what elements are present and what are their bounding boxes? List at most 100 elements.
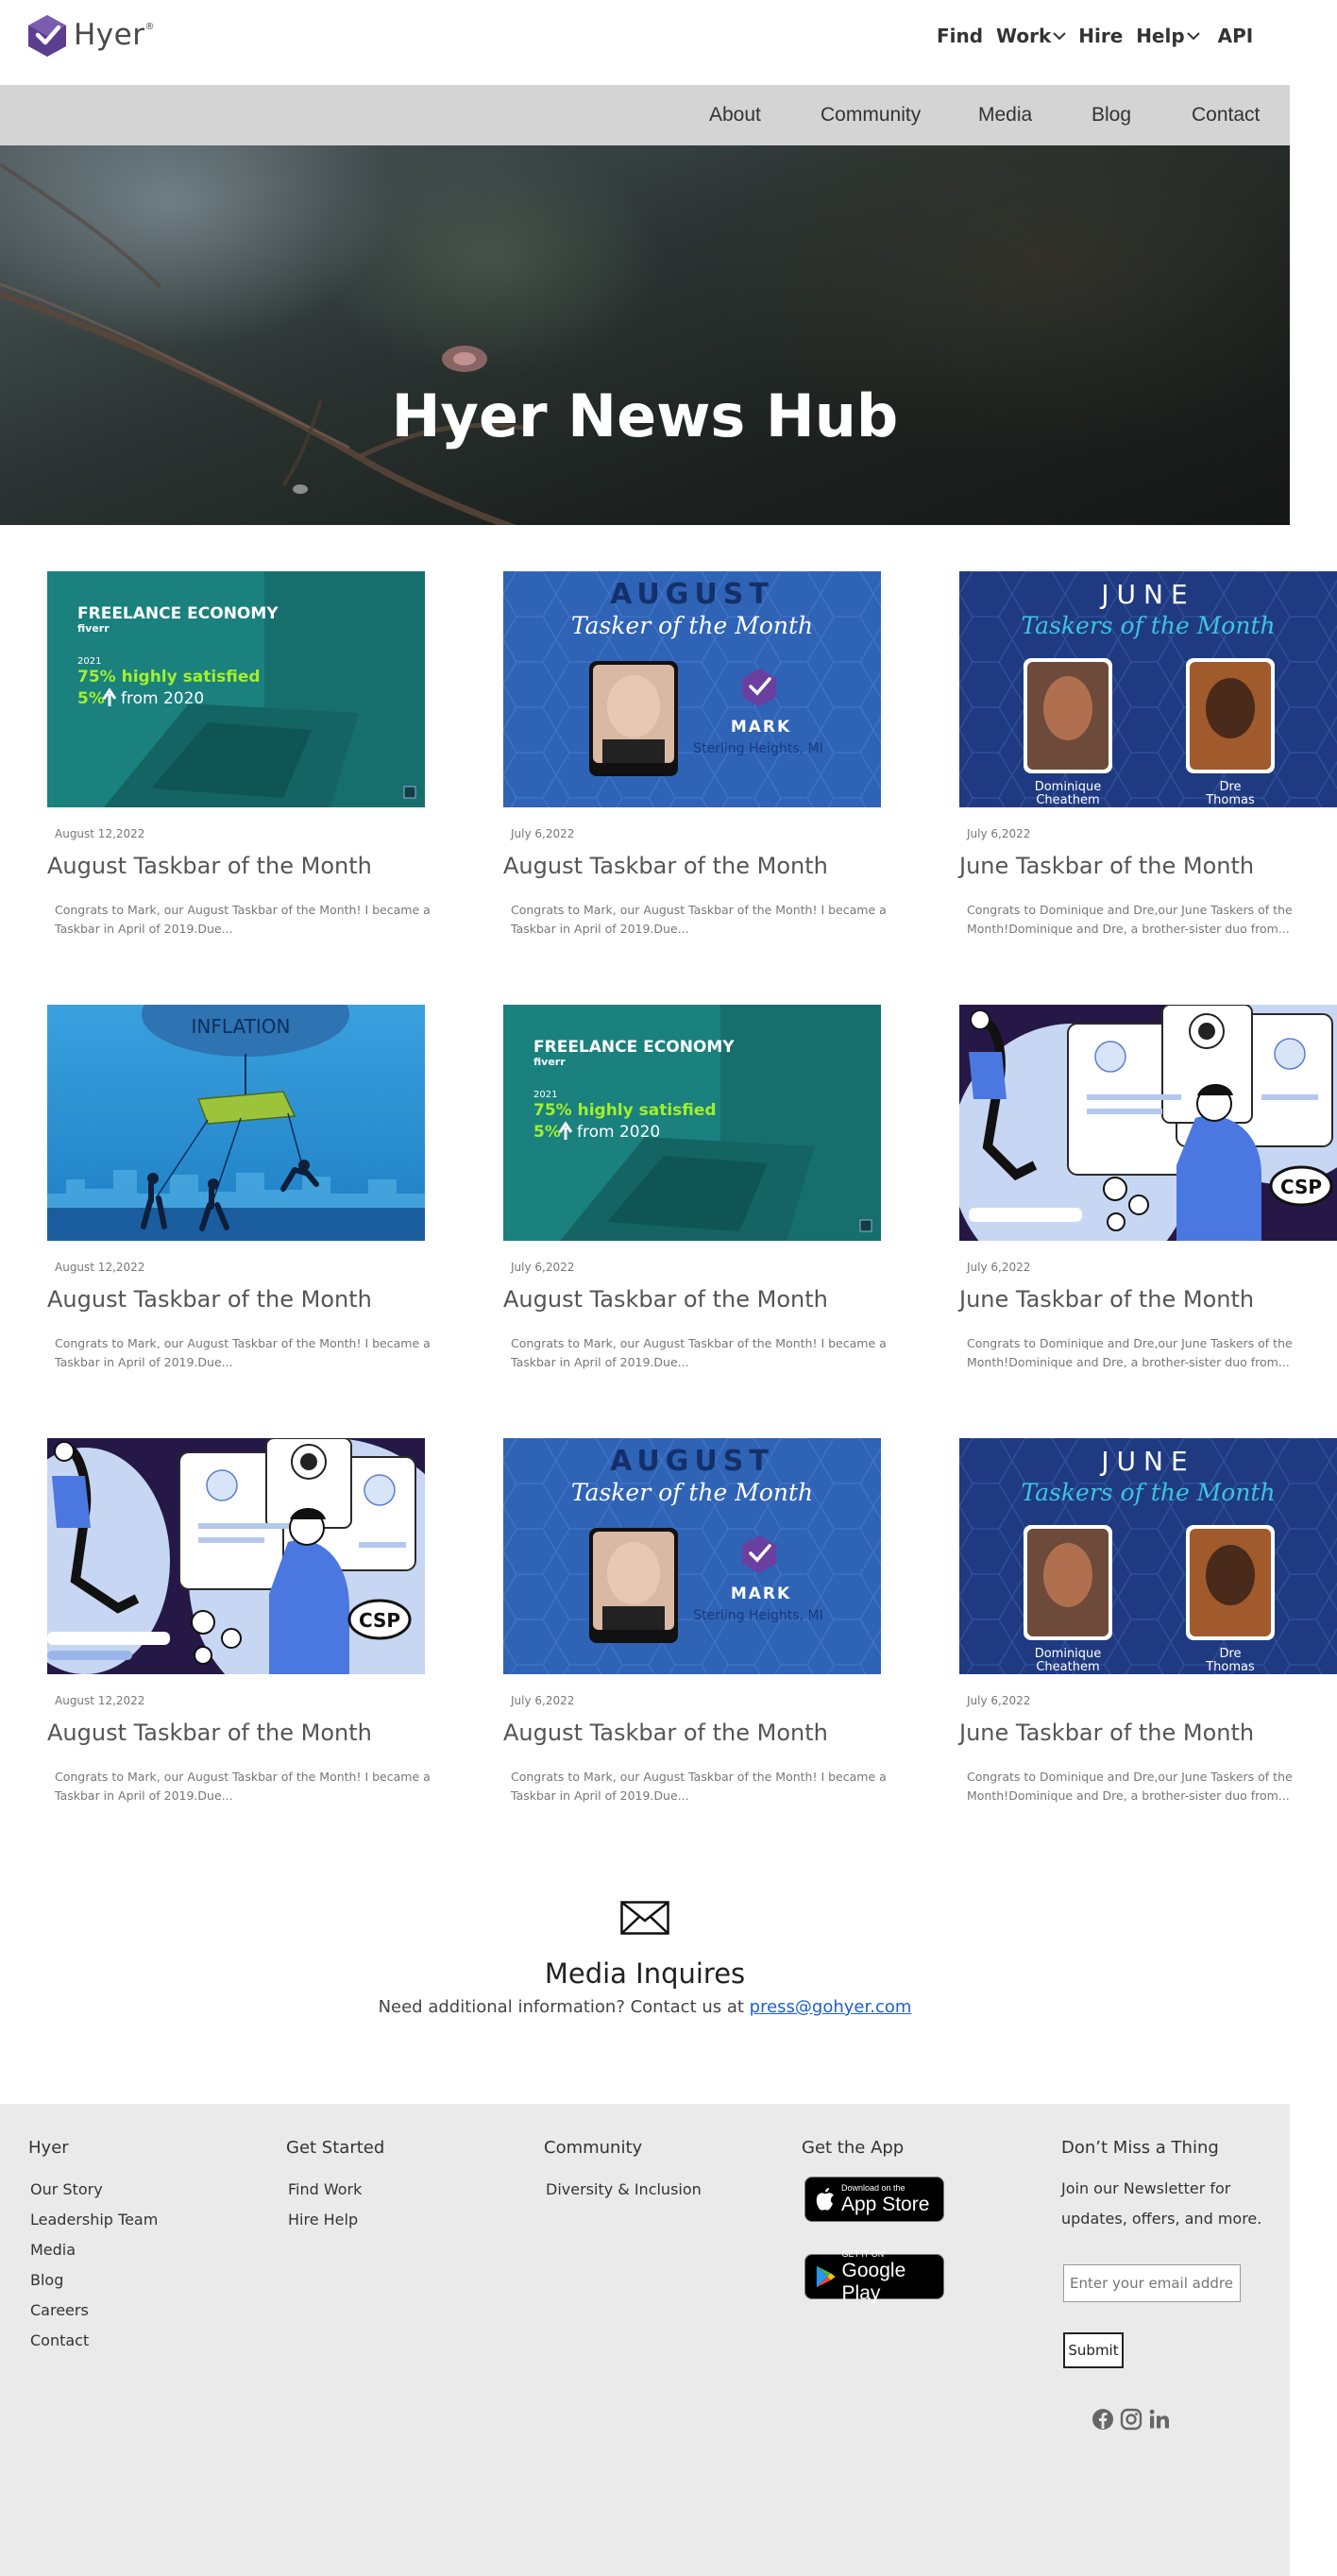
card-title[interactable]: August Taskbar of the Month [503,1720,900,1746]
media-text: Need additional information? Contact us … [378,1997,912,2017]
svg-text:MARK: MARK [731,1585,791,1603]
card-title[interactable]: August Taskbar of the Month [503,1286,900,1313]
subnav-community[interactable]: Community [821,104,921,127]
footer-link-media[interactable]: Media [30,2241,76,2259]
subnav-contact[interactable]: Contact [1192,104,1260,127]
nav-api[interactable]: API [1218,25,1254,47]
card-image-august-tasker[interactable]: AUGUST Tasker of the Month MARK Sterling… [503,1438,881,1674]
card-image-inflation[interactable]: INFLATION [47,1005,425,1241]
svg-text:fiverr: fiverr [533,1056,566,1068]
card-excerpt: Congrats to Mark, our August Taskbar of … [55,1770,431,1803]
nav-hire-help[interactable]: Hire Help [1078,25,1200,47]
card-date: July 6,2022 [511,1694,575,1707]
svg-text:Tasker of the Month: Tasker of the Month [571,1479,813,1506]
top-header: Hyer® Find Work Hire Help API [0,0,1290,85]
footer-link-hire-help[interactable]: Hire Help [288,2211,358,2229]
footer-link-find-work[interactable]: Find Work [288,2180,362,2198]
svg-text:Thomas: Thomas [1205,1660,1255,1674]
card-title[interactable]: August Taskbar of the Month [47,1720,444,1746]
card-date: July 6,2022 [967,1261,1031,1274]
svg-text:Dominique: Dominique [1035,780,1102,794]
svg-text:5%: 5% [77,689,105,708]
apple-icon [816,2188,834,2211]
svg-text:MARK: MARK [731,718,791,737]
svg-text:5%: 5% [533,1123,561,1142]
nav-find-work[interactable]: Find Work [937,25,1066,47]
news-card[interactable]: CSP August 12,2022 August Taskbar of the… [47,1438,431,1803]
news-card[interactable]: INFLATION August 12,2022 August Taskbar … [47,1005,431,1369]
card-title[interactable]: August Taskbar of the Month [47,1286,444,1313]
news-card[interactable]: JUNE Taskers of the Month Dominique Chea… [959,571,1337,936]
svg-text:Taskers of the Month: Taskers of the Month [1021,1479,1275,1506]
card-date: August 12,2022 [55,1261,145,1274]
svg-text:JUNE: JUNE [1099,1446,1194,1477]
card-image-freelance-economy[interactable]: FREELANCE ECONOMY fiverr 2021 75% highly… [503,1005,881,1241]
hero-background-image [0,162,530,525]
card-title[interactable]: June Taskbar of the Month [959,1286,1337,1313]
facebook-icon[interactable] [1092,2408,1114,2431]
chevron-down-icon [1186,32,1200,41]
logo[interactable]: Hyer® [26,13,155,57]
footer-link-blog[interactable]: Blog [30,2271,63,2289]
news-card[interactable]: FREELANCE ECONOMY fiverr 2021 75% highly… [503,1005,887,1369]
svg-text:fiverr: fiverr [77,622,110,635]
card-image-august-tasker[interactable]: AUGUST Tasker of the Month MARK Sterling… [503,571,881,807]
card-date: July 6,2022 [967,827,1031,840]
footer-link-leadership-team[interactable]: Leadership Team [30,2211,158,2229]
subnav-blog[interactable]: Blog [1092,104,1131,127]
linkedin-icon[interactable] [1148,2408,1171,2431]
card-title[interactable]: June Taskbar of the Month [959,1720,1337,1746]
press-email-link[interactable]: press@gohyer.com [750,1997,912,2017]
svg-text:2021: 2021 [533,1090,557,1100]
card-excerpt: Congrats to Dominique and Dre,our June T… [967,903,1293,936]
card-excerpt: Congrats to Dominique and Dre,our June T… [967,1336,1293,1369]
subnav-about[interactable]: About [709,104,761,127]
card-title[interactable]: August Taskbar of the Month [503,853,900,879]
app-store-badge[interactable]: Download on the App Store [804,2177,944,2222]
footer-link-careers[interactable]: Careers [30,2301,89,2319]
news-card[interactable]: AUGUST Tasker of the Month MARK Sterling… [503,571,887,936]
newsletter-submit-button[interactable]: Submit [1063,2332,1124,2368]
card-date: July 6,2022 [511,1261,575,1274]
news-card[interactable]: JUNE Taskers of the Month Dominique Chea… [959,1438,1337,1803]
card-image-csp-illustration[interactable]: CSP [47,1438,425,1674]
footer-link-diversity-inclusion[interactable]: Diversity & Inclusion [546,2180,702,2198]
google-play-badge[interactable]: GET IT ON Google Play [804,2249,944,2304]
card-image-csp-illustration[interactable]: CSP [959,1005,1337,1241]
svg-text:Dre: Dre [1219,780,1241,794]
footer-link-contact[interactable]: Contact [30,2331,89,2349]
footer-heading: Community [544,2138,643,2158]
subnav-media[interactable]: Media [978,104,1032,127]
svg-text:Cheathem: Cheathem [1036,1660,1099,1674]
footer-link-our-story[interactable]: Our Story [30,2180,103,2198]
card-title[interactable]: June Taskbar of the Month [959,853,1337,879]
card-date: August 12,2022 [55,1694,145,1707]
instagram-icon[interactable] [1120,2408,1142,2431]
hyer-logo-icon [28,15,66,57]
newsletter-text: Join our Newsletter for updates, offers,… [1061,2179,1262,2228]
svg-text:Sterling Heights, MI: Sterling Heights, MI [693,741,822,756]
svg-text:2021: 2021 [77,656,101,667]
news-card[interactable]: FREELANCE ECONOMY fiverr 2021 75% highly… [47,571,431,936]
google-play-icon [816,2265,836,2288]
svg-text:Dre: Dre [1219,1647,1241,1661]
footer-heading: Hyer [28,2138,69,2158]
svg-text:from 2020: from 2020 [121,689,204,708]
svg-text:Thomas: Thomas [1205,793,1255,807]
news-card[interactable]: CSP July 6,2022 June Taskbar of the Mont… [959,1005,1337,1369]
card-date: July 6,2022 [967,1694,1031,1707]
svg-text:AUGUST: AUGUST [610,578,774,611]
svg-text:INFLATION: INFLATION [192,1015,291,1038]
top-nav: Find Work Hire Help API [937,25,1265,47]
newsletter-email-input[interactable] [1063,2264,1241,2302]
card-image-june-taskers[interactable]: JUNE Taskers of the Month Dominique Chea… [959,571,1337,807]
envelope-icon [620,1901,669,1935]
svg-text:CSP: CSP [1280,1176,1322,1198]
news-card[interactable]: AUGUST Tasker of the Month MARK Sterling… [503,1438,887,1803]
card-image-freelance-economy[interactable]: FREELANCE ECONOMY fiverr 2021 75% highly… [47,571,425,807]
svg-text:Tasker of the Month: Tasker of the Month [571,612,813,639]
chevron-down-icon [1053,32,1066,41]
card-title[interactable]: August Taskbar of the Month [47,853,444,879]
svg-text:FREELANCE ECONOMY: FREELANCE ECONOMY [77,604,279,623]
card-image-june-taskers[interactable]: JUNE Taskers of the Month Dominique Chea… [959,1438,1337,1674]
